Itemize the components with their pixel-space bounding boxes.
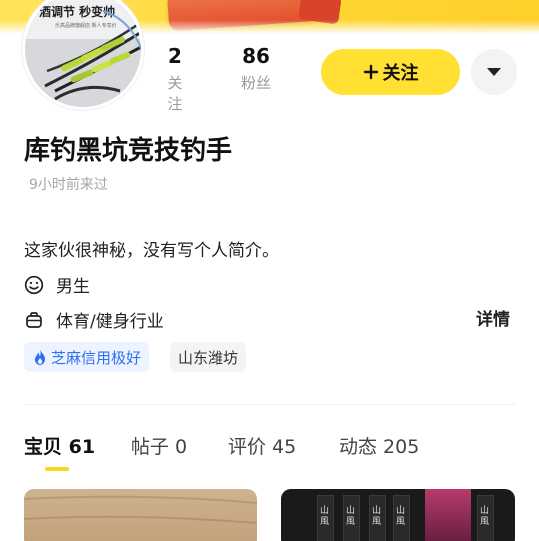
tab-items[interactable]: 宝贝 61	[24, 432, 95, 459]
follow-button-label: 关注	[382, 63, 419, 84]
profile-name: 库钓黑坑竞技钓手	[24, 136, 233, 166]
plus-icon	[363, 64, 378, 80]
location-badge: 山东潍坊	[170, 342, 247, 372]
following-label: 关注	[167, 74, 183, 113]
book-spine-text: 山風	[346, 506, 356, 527]
chevron-down-icon	[487, 68, 501, 76]
location-label: 山东潍坊	[178, 348, 239, 367]
fishing-rods-image	[44, 10, 141, 101]
product-image	[24, 495, 257, 524]
credit-badge[interactable]: 芝麻信用极好	[24, 342, 150, 372]
followers-stat[interactable]: 86 粉丝	[234, 44, 278, 93]
followers-count: 86	[242, 44, 270, 68]
book-spine: 山風	[393, 495, 410, 541]
active-tab-indicator	[45, 467, 69, 471]
details-link[interactable]: 详情	[476, 305, 510, 330]
book-cover-pink	[425, 489, 471, 541]
book-spine: 山風	[477, 495, 494, 541]
avatar[interactable]: 酒调节 秒变帅 乐高品牌旗舰店 新人专享价	[22, 0, 144, 110]
flame-icon	[35, 349, 45, 365]
follow-button[interactable]: 关注	[321, 49, 460, 95]
more-options-button[interactable]	[471, 49, 517, 95]
book-spine-text: 山風	[396, 506, 406, 527]
book-spine-text: 山風	[372, 506, 382, 527]
book-spine-text: 山風	[320, 506, 330, 527]
gender-text: 男生	[56, 277, 90, 297]
profile-bio: 这家伙很神秘，没有写个人简介。	[24, 241, 279, 261]
following-count: 2	[168, 44, 182, 68]
last-seen-text: 9小时前来过	[29, 177, 108, 193]
divider	[24, 404, 515, 405]
following-stat[interactable]: 2 关注	[162, 44, 188, 114]
book-spine-text: 山風	[480, 506, 490, 527]
industry-text: 体育/健身行业	[56, 312, 164, 332]
product-card[interactable]	[24, 489, 257, 541]
book-spine: 山風	[343, 495, 360, 541]
tab-activity[interactable]: 动态 205	[339, 432, 419, 459]
tab-reviews[interactable]: 评价 45	[228, 432, 296, 459]
smiley-face-icon	[24, 275, 44, 294]
followers-label: 粉丝	[240, 74, 271, 92]
gender-row: 男生	[24, 272, 90, 297]
briefcase-icon	[26, 311, 42, 328]
credit-badge-label: 芝麻信用极好	[51, 348, 142, 367]
book-spine: 山風	[369, 495, 386, 541]
product-card[interactable]: 山風 山風 山風 山風 山風	[281, 489, 515, 541]
industry-row: 体育/健身行业	[24, 307, 164, 332]
book-spine: 山風	[317, 495, 334, 541]
tab-posts[interactable]: 帖子 0	[131, 432, 187, 459]
